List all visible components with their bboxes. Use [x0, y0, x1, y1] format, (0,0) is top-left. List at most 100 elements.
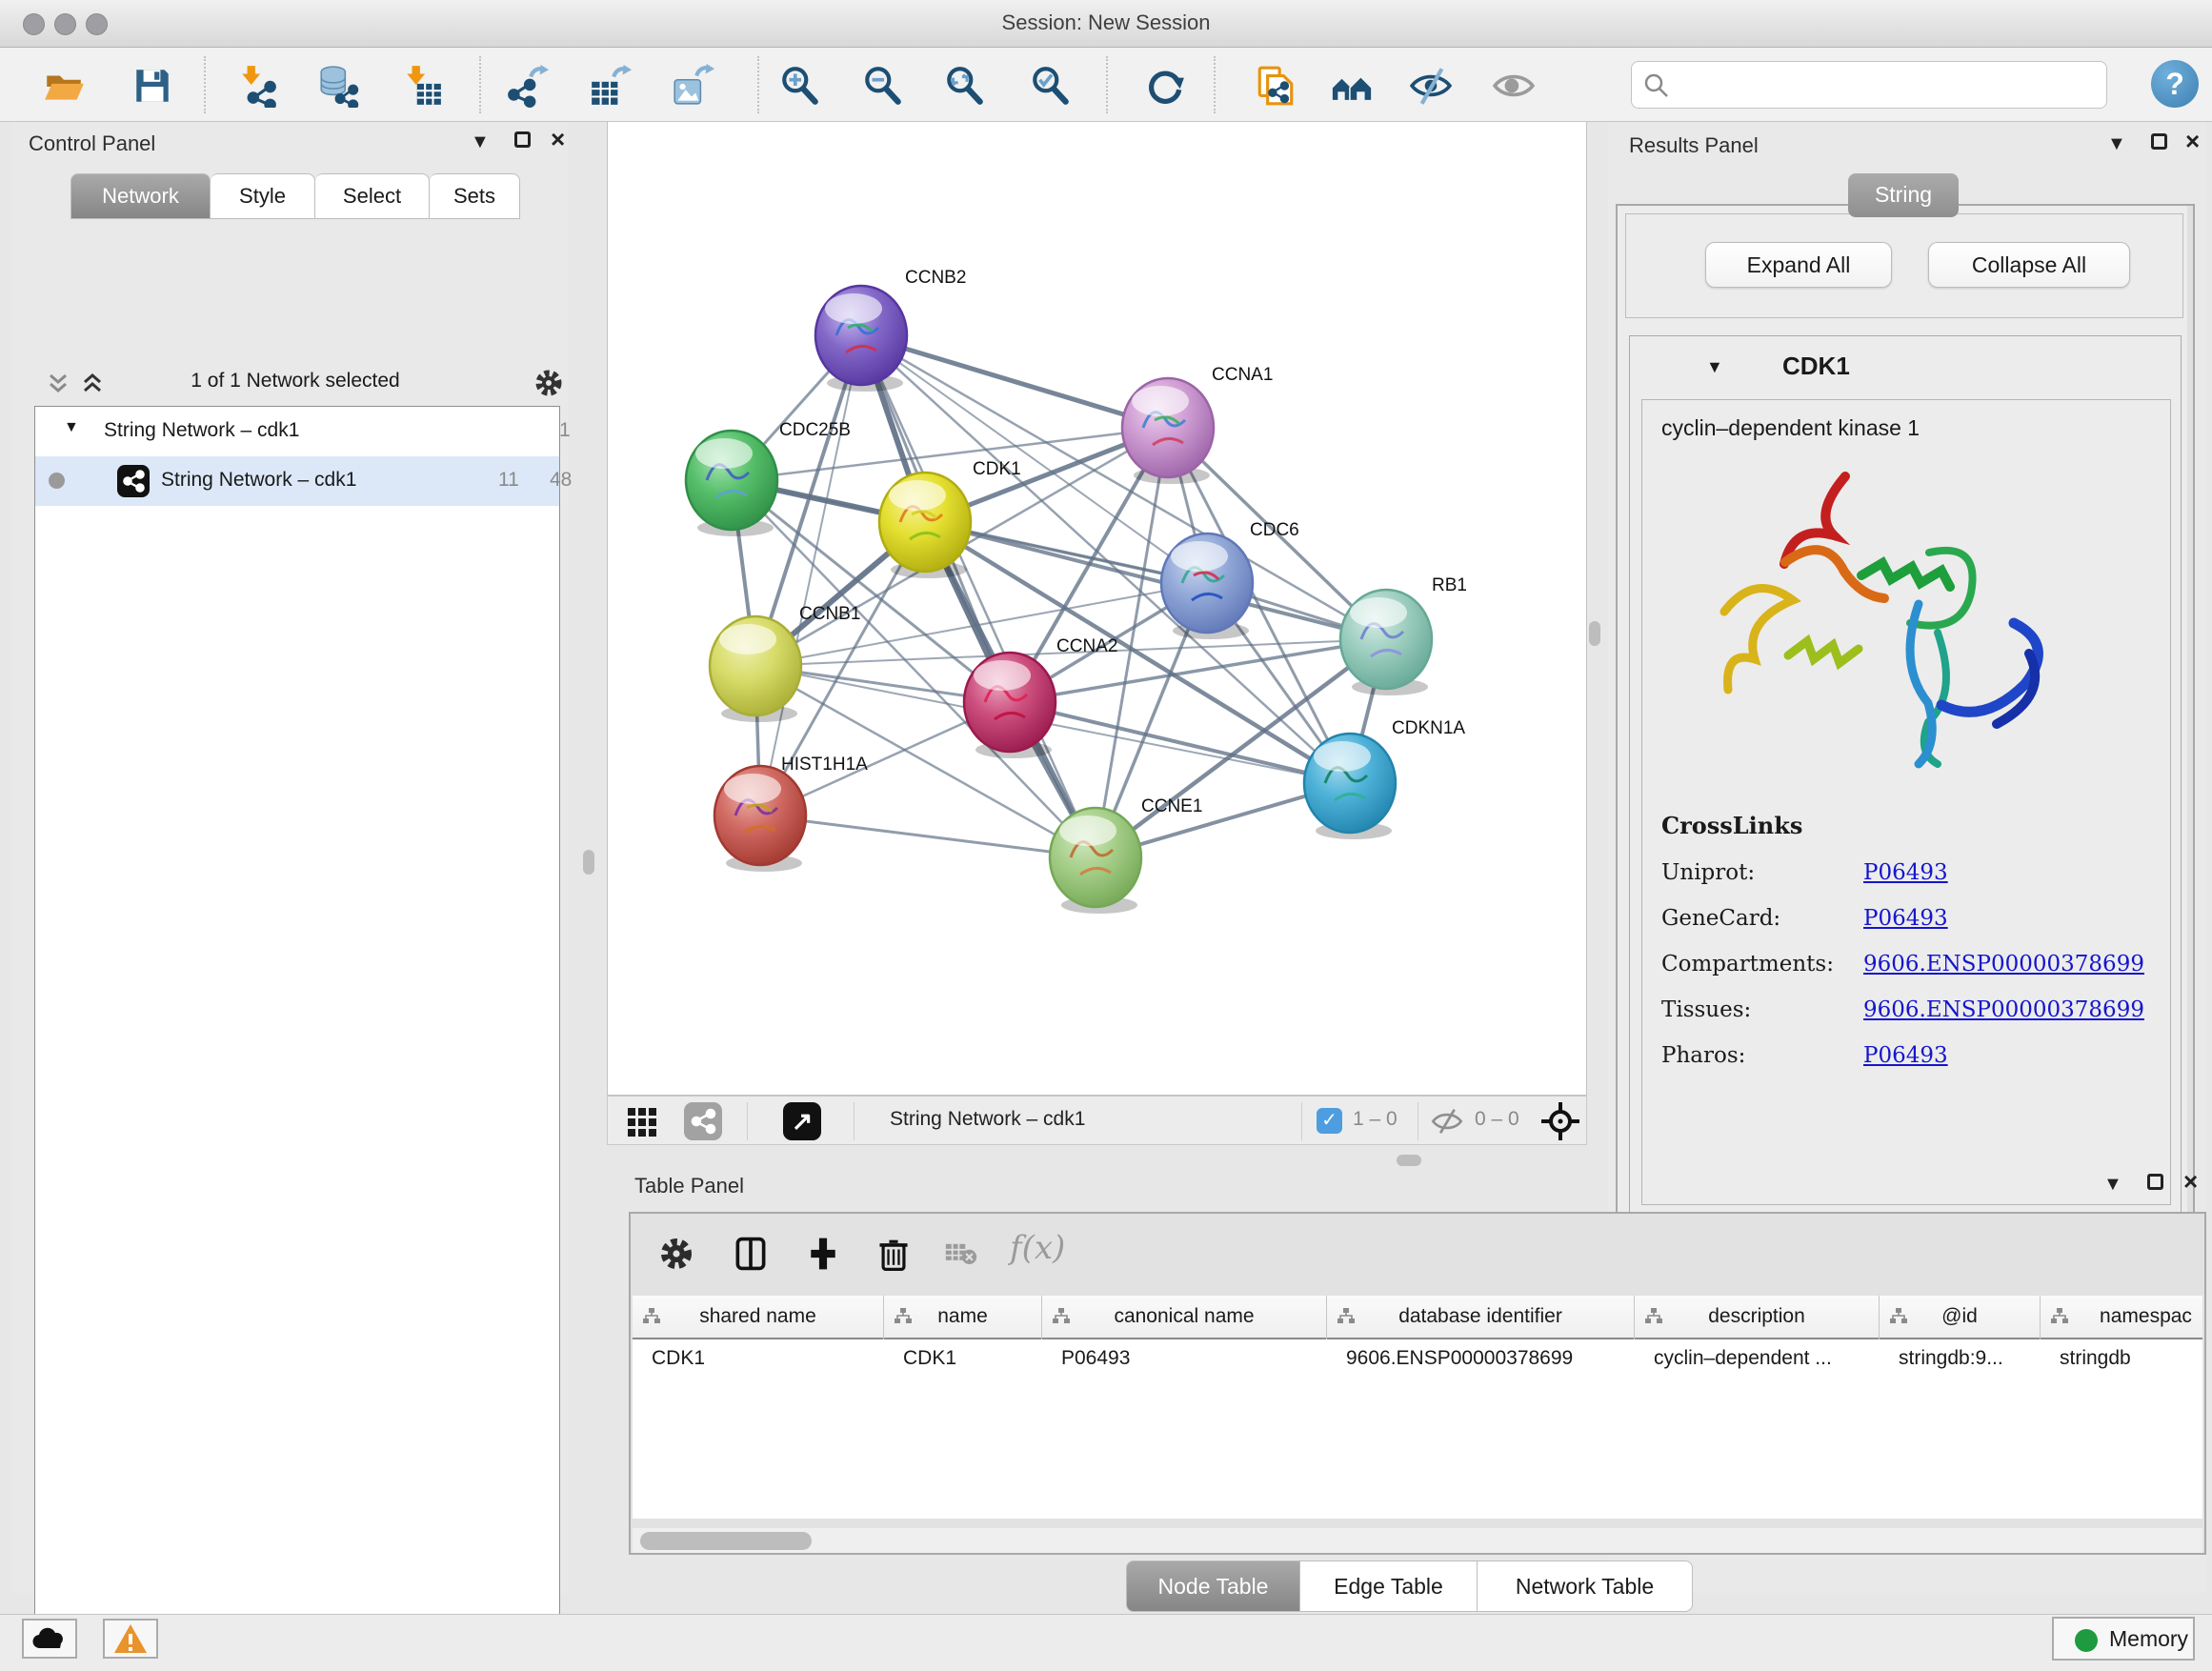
table-row[interactable]: CDK1CDK1P064939606.ENSP00000378699cyclin…	[633, 1341, 2202, 1383]
gear-icon[interactable]	[533, 368, 564, 398]
export-network-icon[interactable]	[505, 64, 549, 108]
show-columns-icon[interactable]	[732, 1235, 770, 1273]
node-label-CCNB1: CCNB1	[799, 604, 860, 624]
panel-close-icon[interactable]: ×	[2183, 1167, 2198, 1197]
toolbar-separator	[1106, 56, 1108, 113]
crosslink-link[interactable]: P06493	[1863, 1043, 1948, 1068]
zoom-selected-icon[interactable]	[1029, 64, 1073, 108]
collapse-all-button[interactable]: Collapse All	[1928, 242, 2130, 288]
search-field[interactable]	[1631, 61, 2107, 109]
control-panel-title: Control Panel	[29, 131, 155, 156]
table-gear-icon[interactable]	[657, 1235, 695, 1273]
export-table-icon[interactable]	[588, 64, 632, 108]
tab-string[interactable]: String	[1848, 173, 1959, 217]
crosslink-link[interactable]: 9606.ENSP00000378699	[1863, 997, 2144, 1022]
table-hscrollbar-thumb[interactable]	[640, 1532, 812, 1550]
column-header--id[interactable]: @id	[1880, 1296, 2041, 1339]
panel-close-icon[interactable]: ×	[2185, 127, 2200, 156]
splitter-handle[interactable]	[583, 850, 594, 875]
zoom-out-icon[interactable]	[861, 64, 905, 108]
panel-float-icon[interactable]	[2147, 1174, 2163, 1196]
delete-column-icon[interactable]	[875, 1235, 913, 1273]
first-neighbors-icon[interactable]	[1330, 64, 1374, 108]
tab-sets[interactable]: Sets	[430, 173, 520, 219]
zoom-in-icon[interactable]	[778, 64, 822, 108]
detach-view-icon[interactable]: ↗	[783, 1102, 821, 1140]
splitter-handle[interactable]	[1589, 621, 1600, 646]
birds-eye-icon[interactable]	[1539, 1100, 1581, 1142]
function-builder-icon: f(x)	[1010, 1229, 1065, 1267]
cloud-button[interactable]	[22, 1619, 77, 1659]
splitter-handle[interactable]	[1397, 1155, 1421, 1166]
edge-CCNB2-CCNE1[interactable]	[861, 335, 1096, 857]
tab-network-table[interactable]: Network Table	[1478, 1560, 1693, 1612]
warning-button[interactable]	[103, 1619, 158, 1659]
column-header-name[interactable]: name	[884, 1296, 1042, 1339]
search-input[interactable]	[1681, 66, 2091, 104]
collection-expand-icon[interactable]: ▼	[64, 419, 79, 436]
node-CDC6[interactable]: CDC6	[1161, 520, 1299, 639]
panel-menu-icon[interactable]: ▼	[2107, 133, 2126, 155]
grid-view-icon[interactable]	[627, 1106, 657, 1137]
show-all-icon[interactable]	[1492, 64, 1536, 108]
network-canvas[interactable]: CCNB2CCNA1CDC25BCDK1CDC6RB1CCNB1CCNA2CDK…	[607, 122, 1587, 1096]
refresh-icon[interactable]	[1142, 64, 1186, 108]
column-header-database-identifier[interactable]: database identifier	[1327, 1296, 1635, 1339]
crosslink-link[interactable]: 9606.ENSP00000378699	[1863, 952, 2144, 976]
table-cell: stringdb:9...	[1880, 1341, 2041, 1383]
import-network-file-icon[interactable]	[235, 64, 279, 108]
edge-CCNA2-CDKN1A[interactable]	[1010, 702, 1350, 783]
import-network-database-icon[interactable]	[316, 64, 360, 108]
hide-selected-icon[interactable]	[1409, 64, 1453, 108]
node-label-CDC25B: CDC25B	[779, 420, 851, 440]
network-row[interactable]: String Network – cdk1 11 48	[35, 456, 559, 506]
column-header-shared-name[interactable]: shared name	[633, 1296, 884, 1339]
edge-CCNB2-HIST1H1A[interactable]	[760, 335, 861, 815]
crosslink-label: Compartments:	[1661, 952, 1834, 976]
node-CCNE1[interactable]: CCNE1	[1050, 796, 1202, 914]
network-view-icon[interactable]	[684, 1102, 722, 1140]
table-cell: cyclin–dependent ...	[1635, 1341, 1880, 1383]
node-CCNA1[interactable]: CCNA1	[1122, 365, 1273, 484]
zoom-fit-icon[interactable]	[943, 64, 987, 108]
tab-node-table[interactable]: Node Table	[1126, 1560, 1300, 1612]
gene-description: cyclin–dependent kinase 1	[1661, 415, 1920, 441]
node-CDKN1A[interactable]: CDKN1A	[1304, 718, 1465, 839]
tab-edge-table[interactable]: Edge Table	[1300, 1560, 1478, 1612]
open-session-icon[interactable]	[42, 64, 86, 108]
selected-checkbox-icon[interactable]: ✓	[1317, 1108, 1342, 1134]
column-header-description[interactable]: description	[1635, 1296, 1880, 1339]
crosslink-link[interactable]: P06493	[1863, 860, 1948, 885]
tab-select[interactable]: Select	[315, 173, 430, 219]
edge-CCNB2-CCNA1[interactable]	[861, 335, 1168, 428]
gene-collapse-icon[interactable]: ▼	[1706, 357, 1723, 377]
new-network-from-selection-icon[interactable]	[1254, 64, 1297, 108]
edge-HIST1H1A-CCNE1[interactable]	[760, 815, 1096, 857]
panel-close-icon[interactable]: ×	[551, 125, 565, 154]
export-image-icon[interactable]	[671, 64, 714, 108]
create-column-icon[interactable]	[804, 1235, 842, 1273]
node-CCNB2[interactable]: CCNB2	[815, 268, 966, 392]
crosslink-link[interactable]: P06493	[1863, 906, 1948, 931]
import-table-file-icon[interactable]	[400, 64, 444, 108]
panel-menu-icon[interactable]: ▼	[471, 131, 490, 153]
tab-network[interactable]: Network	[70, 173, 211, 219]
node-RB1[interactable]: RB1	[1340, 575, 1467, 695]
panel-float-icon[interactable]	[514, 131, 531, 153]
results-panel-title: Results Panel	[1629, 133, 1759, 158]
help-button[interactable]: ?	[2151, 60, 2199, 108]
main-toolbar: ?	[0, 48, 2212, 122]
panel-float-icon[interactable]	[2151, 133, 2167, 155]
expand-all-button[interactable]: Expand All	[1705, 242, 1892, 288]
memory-button[interactable]: Memory	[2052, 1617, 2195, 1661]
tab-style[interactable]: Style	[211, 173, 315, 219]
save-session-icon[interactable]	[131, 64, 174, 108]
node-CDK1[interactable]: CDK1	[879, 459, 1021, 578]
column-header-namespac[interactable]: namespac	[2041, 1296, 2202, 1339]
network-collection-row[interactable]: ▼ String Network – cdk1 1	[35, 407, 559, 456]
table-hscrollbar[interactable]	[633, 1528, 2202, 1553]
gene-header[interactable]: ▼ CDK1	[1630, 336, 2181, 399]
panel-menu-icon[interactable]: ▼	[2103, 1174, 2122, 1196]
column-header-canonical-name[interactable]: canonical name	[1042, 1296, 1327, 1339]
node-HIST1H1A[interactable]: HIST1H1A	[714, 755, 868, 872]
